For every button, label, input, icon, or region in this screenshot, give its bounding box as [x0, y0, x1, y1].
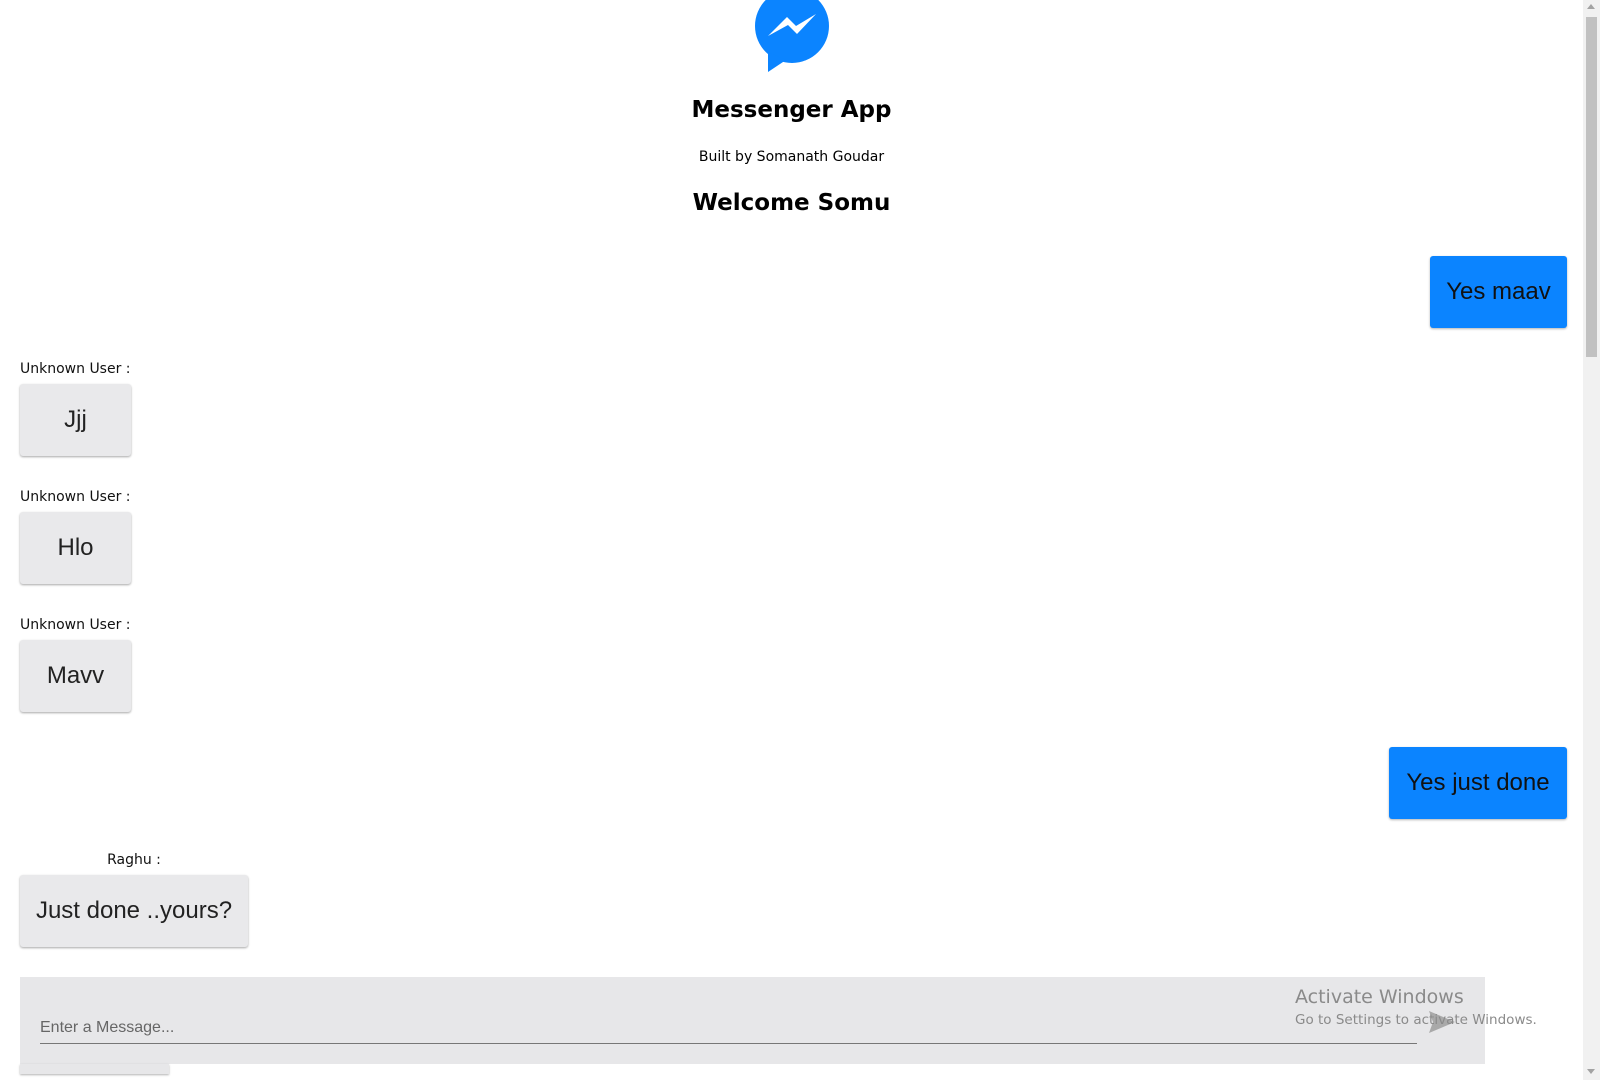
scroll-up-icon[interactable] — [1587, 4, 1595, 9]
message-sender-label: Unknown User : — [20, 361, 131, 377]
messenger-icon — [755, 0, 829, 72]
activate-windows-watermark: Activate Windows Go to Settings to activ… — [1295, 986, 1537, 1028]
message-bubble-outgoing: Yes just done — [1389, 747, 1567, 819]
message-input[interactable] — [40, 1012, 1417, 1044]
welcome-heading: Welcome Somu — [692, 190, 891, 216]
message-sender-label: Unknown User : — [20, 617, 131, 633]
message-bubble-incoming: Hlo — [20, 512, 131, 584]
message-sender-label: Raghu : — [107, 852, 161, 868]
message-bubble-incoming: Mavv — [20, 640, 131, 712]
watermark-title: Activate Windows — [1295, 986, 1464, 1008]
app-title: Messenger App — [691, 97, 892, 123]
scrollbar-thumb[interactable] — [1586, 17, 1597, 357]
message-bubble-outgoing: Yes maav — [1430, 256, 1567, 328]
message-sender-label: Unknown User : — [20, 489, 131, 505]
watermark-subtitle: Go to Settings to activate Windows. — [1295, 1012, 1537, 1028]
scroll-down-icon[interactable] — [1587, 1069, 1595, 1074]
composer-tab — [20, 1064, 169, 1074]
app-subtitle: Built by Somanath Goudar — [698, 149, 885, 165]
message-bubble-incoming: Just done ..yours? — [20, 875, 248, 947]
message-bubble-incoming: Jjj — [20, 384, 131, 456]
